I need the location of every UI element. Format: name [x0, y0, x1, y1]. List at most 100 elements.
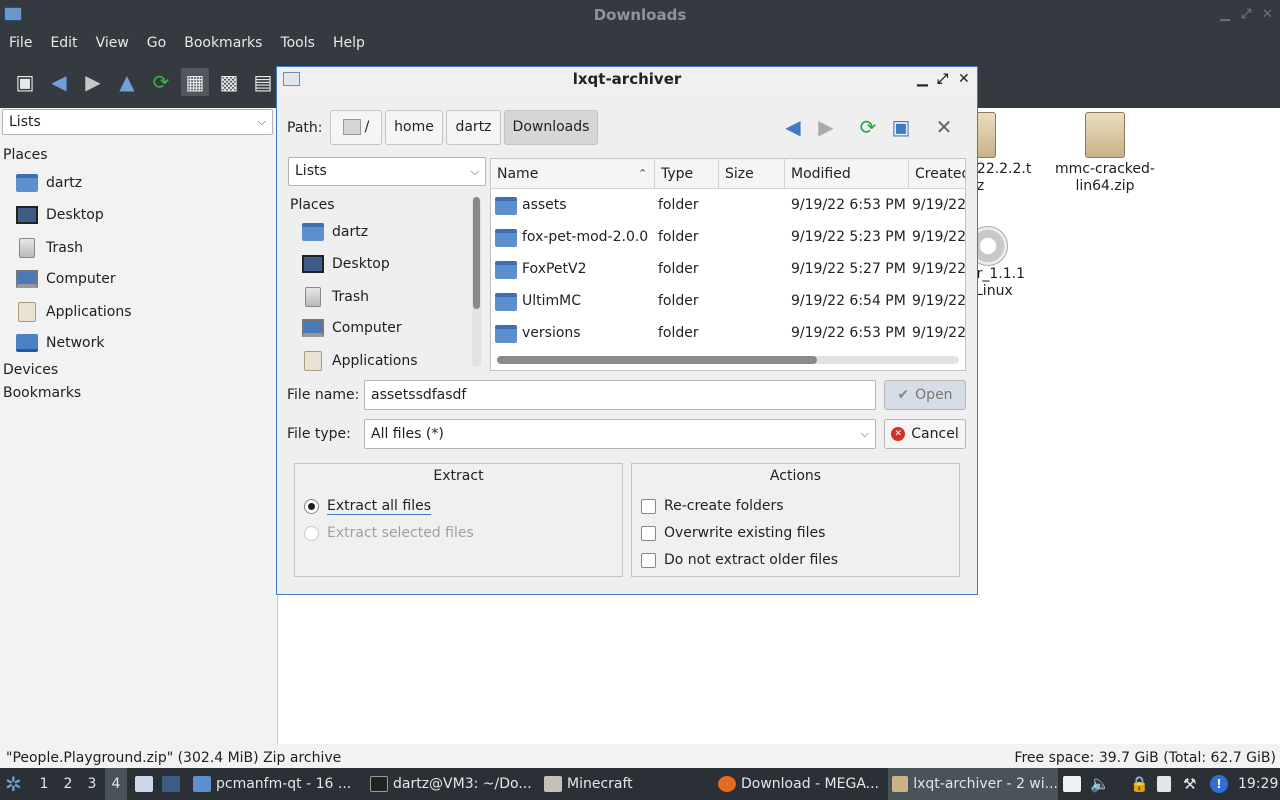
table-row[interactable]: FoxPetV2 folder 9/19/22 5:27 PM 9/19/22: [491, 253, 965, 285]
clock[interactable]: 19:29: [1238, 768, 1278, 800]
breadcrumb-dartz[interactable]: dartz: [446, 110, 501, 145]
quicklaunch-terminal-icon[interactable]: [162, 768, 185, 800]
desktop-icon: [16, 206, 38, 224]
actions-group-title: Actions: [769, 468, 822, 484]
back-arrow-icon[interactable]: ◀: [45, 68, 73, 96]
place-computer[interactable]: Computer: [302, 319, 402, 337]
close-icon[interactable]: ✕: [958, 67, 970, 92]
column-modified[interactable]: Modified: [785, 159, 909, 189]
file-type-select[interactable]: All files (*) ⌵: [364, 419, 876, 449]
menu-help[interactable]: Help: [324, 30, 374, 56]
notification-icon[interactable]: !: [1210, 768, 1228, 800]
places-heading[interactable]: Places: [3, 147, 48, 163]
tools-icon[interactable]: ✕: [931, 115, 957, 139]
sidebar-item-applications[interactable]: Applications: [16, 302, 132, 322]
table-row[interactable]: versions folder 9/19/22 6:53 PM 9/19/22: [491, 317, 965, 349]
network-tray-icon[interactable]: ⚒: [1183, 768, 1196, 800]
menu-edit[interactable]: Edit: [41, 30, 86, 56]
sidebar-mode-value: Lists: [9, 114, 41, 130]
extract-all-radio[interactable]: Extract all files: [304, 498, 432, 515]
desktop-file-mmc-zip[interactable]: mmc-cracked-lin64.zip: [1054, 112, 1156, 195]
places-heading[interactable]: Places: [290, 197, 335, 213]
horizontal-scrollbar[interactable]: [497, 356, 959, 364]
menu-file[interactable]: File: [0, 30, 41, 56]
back-arrow-icon[interactable]: ◀: [780, 115, 806, 139]
table-row[interactable]: UltimMC folder 9/19/22 6:54 PM 9/19/22: [491, 285, 965, 317]
forward-arrow-icon[interactable]: ▶: [79, 68, 107, 96]
sidebar-item-dartz[interactable]: dartz: [16, 174, 82, 192]
file-list[interactable]: Name ⌃ Type Size Modified Created assets…: [490, 158, 966, 371]
task-lxqt-archiver[interactable]: lxqt-archiver - 2 wi...: [888, 768, 1058, 800]
minimize-icon[interactable]: ▁: [917, 67, 928, 92]
cancel-button[interactable]: ✕ Cancel: [884, 419, 966, 449]
place-dartz[interactable]: dartz: [302, 223, 368, 241]
minecraft-icon: [544, 776, 562, 792]
place-desktop[interactable]: Desktop: [302, 255, 390, 273]
task-pcmanfm[interactable]: pcmanfm-qt - 16 ...: [193, 768, 358, 800]
workspace-2[interactable]: 2: [57, 768, 79, 800]
sidebar-item-network[interactable]: Network: [16, 334, 104, 352]
sidebar-item-trash[interactable]: Trash: [16, 238, 83, 258]
horizontal-scrollbar-thumb[interactable]: [497, 356, 817, 364]
folder-icon: [193, 776, 211, 792]
column-type[interactable]: Type: [655, 159, 719, 189]
task-terminal[interactable]: dartz@VM3: ~/Do...: [370, 768, 535, 800]
places-scrollbar[interactable]: [472, 197, 481, 367]
extract-selected-radio[interactable]: Extract selected files: [304, 525, 474, 541]
lock-icon[interactable]: 🔒: [1130, 768, 1149, 800]
maximize-icon[interactable]: ⤢: [1241, 0, 1251, 30]
task-firefox[interactable]: Download - MEGA...: [718, 768, 883, 800]
places-mode-select[interactable]: Lists ⌵: [288, 157, 486, 186]
clipboard-icon[interactable]: [1157, 768, 1176, 800]
thumbnail-view-icon[interactable]: ▩: [215, 68, 243, 96]
places-scrollbar-thumb[interactable]: [473, 197, 480, 309]
reload-icon[interactable]: ⟳: [855, 115, 881, 139]
devices-heading[interactable]: Devices: [3, 362, 58, 378]
place-applications[interactable]: Applications: [302, 351, 418, 371]
start-menu-icon[interactable]: ✲: [5, 768, 22, 800]
menu-go[interactable]: Go: [138, 30, 175, 56]
sidebar-item-desktop[interactable]: Desktop: [16, 206, 104, 224]
new-tab-icon[interactable]: ▣: [11, 68, 39, 96]
workspace-1[interactable]: 1: [33, 768, 55, 800]
breadcrumb-home[interactable]: home: [385, 110, 443, 145]
column-created[interactable]: Created: [909, 159, 965, 189]
recreate-folders-checkbox[interactable]: Re-create folders: [641, 498, 784, 514]
maximize-icon[interactable]: ⤢: [937, 67, 948, 92]
skip-older-files-checkbox[interactable]: Do not extract older files: [641, 552, 838, 568]
forward-arrow-icon[interactable]: ▶: [813, 115, 839, 139]
breadcrumb-label: Downloads: [512, 119, 590, 135]
minimize-icon[interactable]: ▁: [1220, 0, 1230, 30]
workspace-3[interactable]: 3: [81, 768, 103, 800]
menu-view[interactable]: View: [87, 30, 138, 56]
up-arrow-icon[interactable]: ▲: [113, 68, 141, 96]
show-desktop-icon[interactable]: [1063, 768, 1086, 800]
column-name[interactable]: Name: [491, 159, 655, 189]
menu-tools[interactable]: Tools: [271, 30, 324, 56]
volume-icon[interactable]: 🔈: [1090, 768, 1110, 800]
row-name: UltimMC: [522, 293, 582, 309]
workspace-4[interactable]: 4: [105, 768, 127, 800]
close-icon[interactable]: ✕: [1262, 0, 1273, 30]
table-row[interactable]: assets folder 9/19/22 6:53 PM 9/19/22: [491, 189, 965, 221]
icon-view-icon[interactable]: ▦: [181, 68, 209, 96]
menu-bookmarks[interactable]: Bookmarks: [175, 30, 271, 56]
breadcrumb-downloads[interactable]: Downloads: [504, 110, 598, 145]
sidebar-item-computer[interactable]: Computer: [16, 270, 116, 288]
reload-icon[interactable]: ⟳: [147, 68, 175, 96]
sidebar-item-label: dartz: [46, 175, 83, 191]
table-row[interactable]: fox-pet-mod-2.0.0 folder 9/19/22 5:23 PM 9/…: [491, 221, 965, 253]
breadcrumb-root[interactable]: /: [330, 110, 382, 145]
desktop-file-linux[interactable]: er_1.1.1 _Linux: [968, 226, 1038, 300]
file-name-input[interactable]: assetssdfasdf: [364, 380, 876, 410]
place-trash[interactable]: Trash: [302, 287, 369, 307]
new-folder-icon[interactable]: ▣: [888, 115, 914, 139]
open-button[interactable]: ✔ Open: [884, 380, 966, 410]
bookmarks-heading[interactable]: Bookmarks: [3, 385, 81, 401]
overwrite-files-checkbox[interactable]: Overwrite existing files: [641, 525, 825, 541]
list-view-icon[interactable]: ▤: [249, 68, 277, 96]
task-minecraft[interactable]: Minecraft: [544, 768, 709, 800]
column-size[interactable]: Size: [719, 159, 785, 189]
sidebar-mode-select[interactable]: Lists ⌵: [2, 109, 273, 135]
quicklaunch-files-icon[interactable]: [135, 768, 158, 800]
